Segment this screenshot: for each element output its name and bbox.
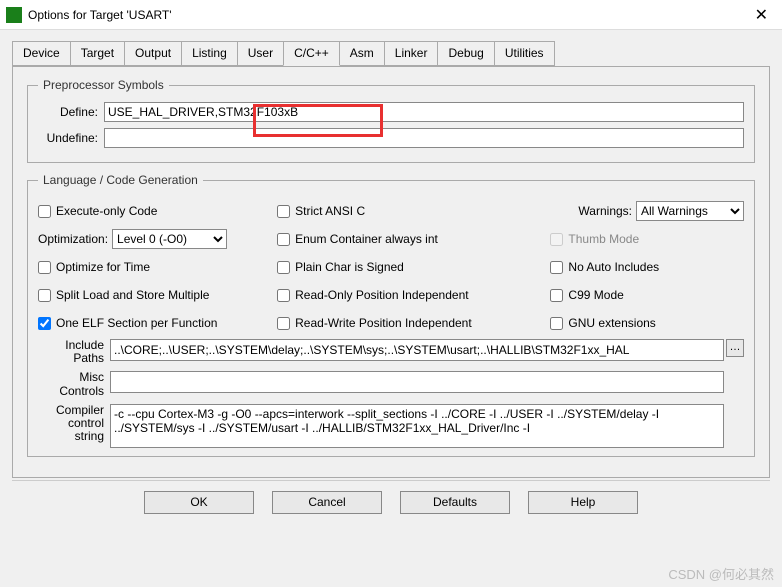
chk-rw-pi[interactable]	[277, 317, 290, 330]
chk-split-load[interactable]	[38, 289, 51, 302]
tab-panel-ccpp: Preprocessor Symbols Define: Undefine: L…	[12, 66, 770, 478]
tab-utilities[interactable]: Utilities	[494, 41, 555, 66]
select-optimization[interactable]: Level 0 (-O0)	[112, 229, 227, 249]
input-misc-controls[interactable]	[110, 371, 724, 393]
label-undefine: Undefine:	[38, 131, 98, 145]
watermark: CSDN @何必其然	[668, 564, 774, 583]
window-title: Options for Target 'USART'	[28, 8, 747, 22]
legend-langgen: Language / Code Generation	[38, 173, 203, 187]
chk-plain-char[interactable]	[277, 261, 290, 274]
button-bar: OK Cancel Defaults Help	[12, 480, 770, 518]
legend-preprocessor: Preprocessor Symbols	[38, 78, 169, 92]
chk-ro-pi[interactable]	[277, 289, 290, 302]
chk-gnu-ext[interactable]	[550, 317, 563, 330]
lbl-rw-pi: Read-Write Position Independent	[295, 316, 472, 330]
titlebar: Options for Target 'USART' ✕	[0, 0, 782, 30]
tab-asm[interactable]: Asm	[339, 41, 385, 66]
lbl-split-load: Split Load and Store Multiple	[56, 288, 209, 302]
close-icon[interactable]: ✕	[747, 5, 776, 25]
chk-execute-only[interactable]	[38, 205, 51, 218]
tab-linker[interactable]: Linker	[384, 41, 439, 66]
chk-enum-container[interactable]	[277, 233, 290, 246]
lbl-strict-ansi: Strict ANSI C	[295, 204, 365, 218]
ok-button[interactable]: OK	[144, 491, 254, 514]
chk-c99[interactable]	[550, 289, 563, 302]
input-undefine[interactable]	[104, 128, 744, 148]
tab-ccpp[interactable]: C/C++	[283, 41, 340, 66]
textarea-compiler-control	[110, 404, 724, 448]
lbl-ro-pi: Read-Only Position Independent	[295, 288, 468, 302]
dialog-content: Device Target Output Listing User C/C++ …	[0, 30, 782, 524]
label-compiler-control: Compiler control string	[38, 404, 110, 444]
lbl-plain-char: Plain Char is Signed	[295, 260, 404, 274]
chk-strict-ansi[interactable]	[277, 205, 290, 218]
chk-no-auto-inc[interactable]	[550, 261, 563, 274]
lbl-one-elf: One ELF Section per Function	[56, 316, 217, 330]
group-preprocessor: Preprocessor Symbols Define: Undefine:	[27, 78, 755, 163]
defaults-button[interactable]: Defaults	[400, 491, 510, 514]
select-warnings[interactable]: All Warnings	[636, 201, 744, 221]
label-misc-controls: Misc Controls	[38, 371, 110, 397]
input-define[interactable]	[104, 102, 744, 122]
tab-listing[interactable]: Listing	[181, 41, 238, 66]
group-langgen: Language / Code Generation Execute-only …	[27, 173, 755, 457]
tab-user[interactable]: User	[237, 41, 284, 66]
tab-output[interactable]: Output	[124, 41, 182, 66]
lbl-enum-container: Enum Container always int	[295, 232, 438, 246]
lbl-gnu-ext: GNU extensions	[568, 316, 655, 330]
app-icon	[6, 7, 22, 23]
cancel-button[interactable]: Cancel	[272, 491, 382, 514]
tabs: Device Target Output Listing User C/C++ …	[12, 41, 770, 67]
browse-include-button[interactable]: …	[726, 339, 744, 357]
label-warnings: Warnings:	[578, 204, 632, 218]
chk-thumb-mode	[550, 233, 563, 246]
tab-target[interactable]: Target	[70, 41, 125, 66]
lbl-no-auto-inc: No Auto Includes	[568, 260, 659, 274]
tab-device[interactable]: Device	[12, 41, 71, 66]
label-include-paths: Include Paths	[38, 339, 110, 365]
chk-optimize-time[interactable]	[38, 261, 51, 274]
help-button[interactable]: Help	[528, 491, 638, 514]
lbl-thumb-mode: Thumb Mode	[568, 232, 639, 246]
lbl-optimize-time: Optimize for Time	[56, 260, 150, 274]
lbl-c99: C99 Mode	[568, 288, 623, 302]
tab-debug[interactable]: Debug	[437, 41, 494, 66]
lbl-execute-only: Execute-only Code	[56, 204, 157, 218]
label-define: Define:	[38, 105, 98, 119]
input-include-paths[interactable]	[110, 339, 724, 361]
label-optimization: Optimization:	[38, 232, 108, 246]
chk-one-elf[interactable]	[38, 317, 51, 330]
